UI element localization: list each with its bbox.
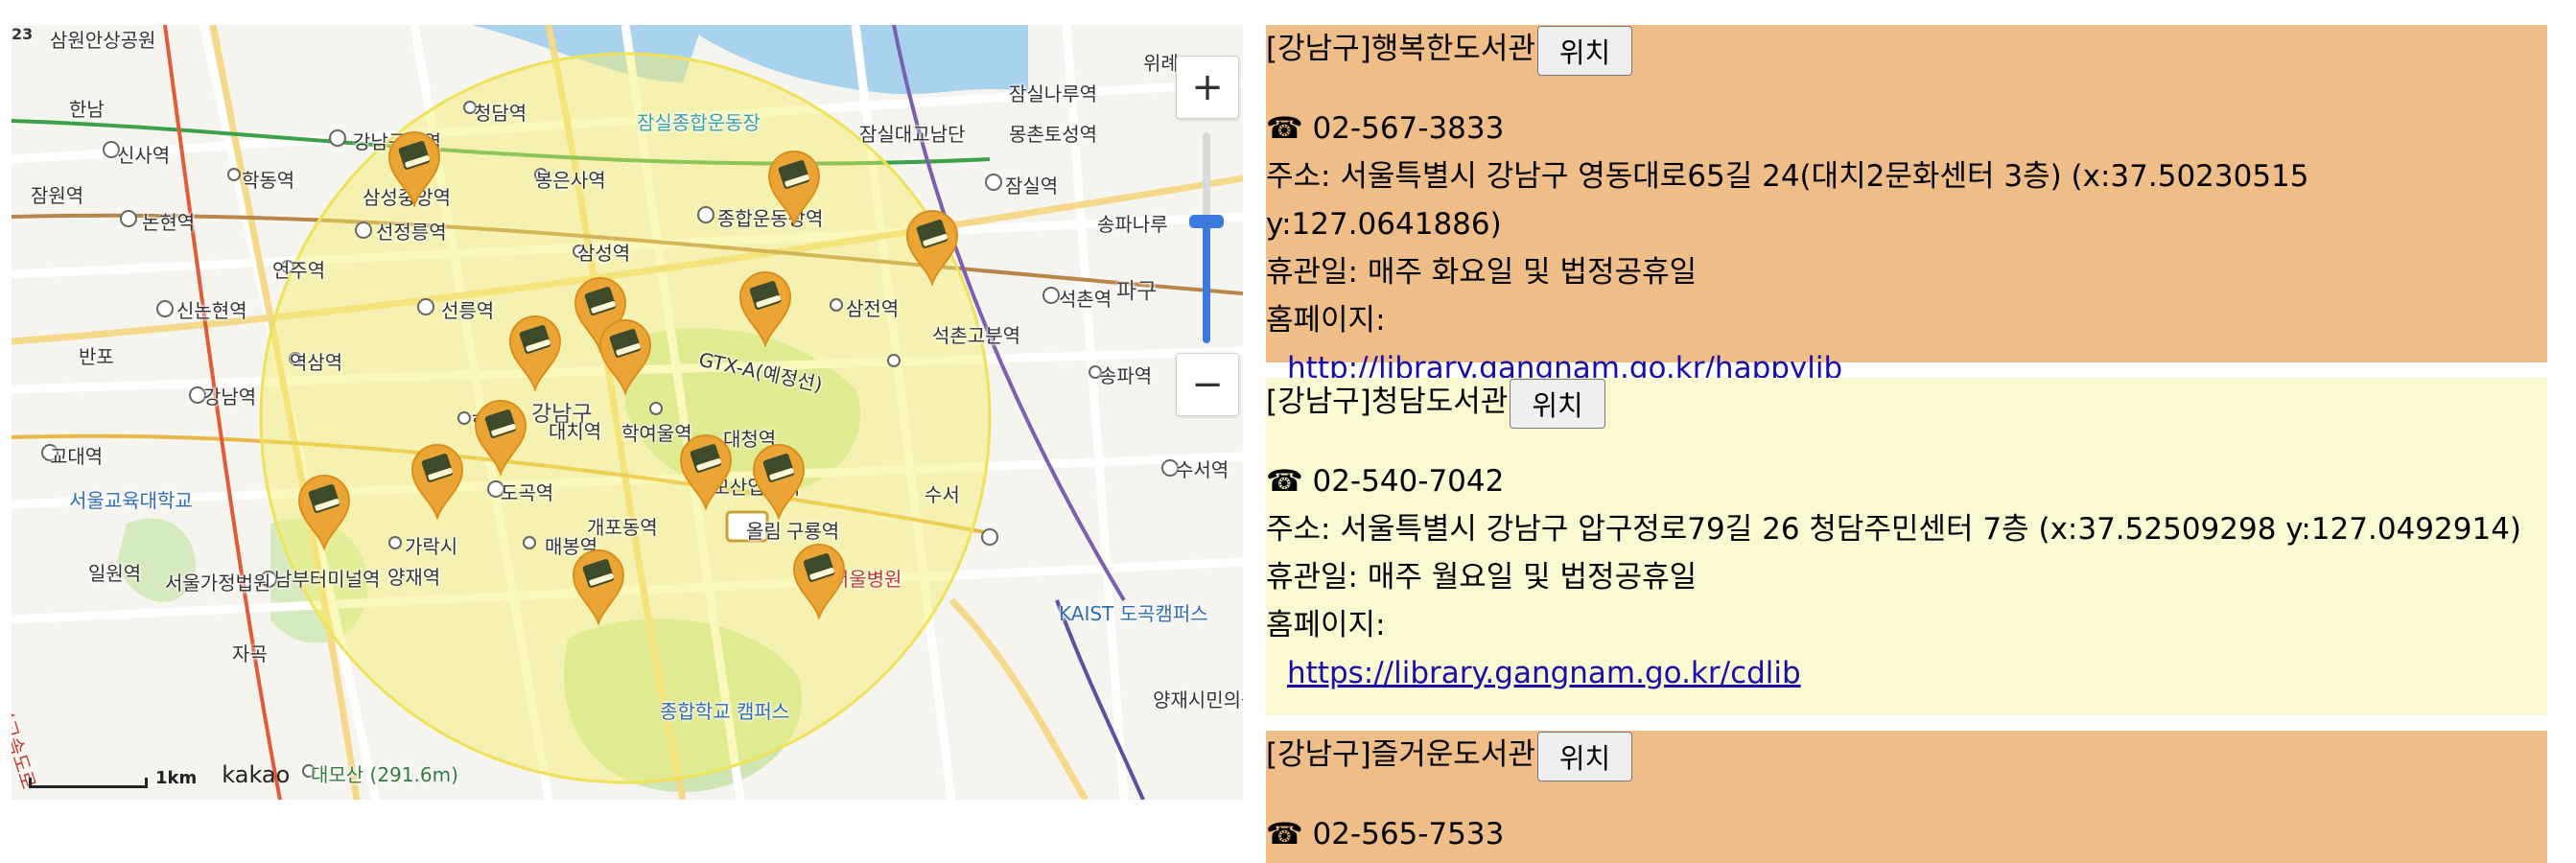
- map-label: 한남: [69, 98, 105, 121]
- map-label: 신논현역: [176, 299, 247, 322]
- library-phone: ☎ 02-540-7042: [1266, 463, 1505, 499]
- map-label: 봉은사역: [535, 169, 606, 192]
- map-label: 가락시: [405, 535, 458, 558]
- map-label: 잠실종합운동장: [637, 111, 761, 134]
- library-marker-icon[interactable]: [790, 543, 848, 619]
- map-label: 자곡: [232, 642, 268, 665]
- library-marker-icon[interactable]: [765, 150, 823, 226]
- map-label: 신사역: [117, 144, 171, 167]
- map-label: 파구: [1116, 279, 1158, 304]
- kakao-logo: kakao: [222, 761, 291, 788]
- map-label: KAIST 도곡캠퍼스: [1059, 602, 1208, 625]
- map-label: 교대역: [50, 445, 104, 468]
- library-marker-icon[interactable]: [903, 209, 961, 286]
- library-marker-icon[interactable]: [472, 399, 529, 476]
- location-button[interactable]: 위치: [1510, 378, 1605, 429]
- map-view[interactable]: 삼원안상공원한남신사역잠원역논현역학동역강남구청역청담역봉은사역잠실종합운동장종…: [12, 25, 1243, 800]
- zoom-slider-fill: [1203, 224, 1210, 343]
- map-label: 석촌고분역: [932, 324, 1020, 347]
- library-closed-days: 휴관일: 매주 화요일 및 법정공휴일: [1266, 254, 1698, 290]
- map-label: 남부터미널역: [274, 568, 381, 591]
- map-label: 선정릉역: [376, 221, 447, 244]
- library-phone: ☎ 02-565-7533: [1266, 816, 1505, 851]
- map-label: 대모산 (291.6m): [311, 763, 458, 786]
- map-label: 강남역: [203, 385, 257, 408]
- map-label: 양재시민의숲역: [1153, 688, 1243, 711]
- map-label: 잠실대교남단: [859, 123, 966, 146]
- map-label: 선릉역: [441, 299, 495, 322]
- map-label: 대치역: [549, 420, 602, 443]
- library-marker-icon[interactable]: [677, 433, 735, 510]
- library-homepage-label: 홈페이지:: [1266, 302, 1386, 338]
- map-label: 올림: [746, 520, 782, 543]
- location-button[interactable]: 위치: [1536, 731, 1633, 781]
- zoom-control[interactable]: + −: [1176, 56, 1239, 416]
- map-label: 삼원안상공원: [50, 29, 156, 52]
- library-name: [강남구]즐거운도서관: [1266, 737, 1535, 772]
- library-homepage-label: 홈페이지:: [1266, 607, 1386, 642]
- location-button[interactable]: 위치: [1536, 25, 1633, 76]
- library-marker-icon[interactable]: [409, 443, 466, 520]
- zoom-slider-handle[interactable]: [1189, 215, 1224, 228]
- map-label: 수서역: [1176, 458, 1229, 481]
- map-label: 서울가정법원: [165, 571, 271, 595]
- library-phone: ☎ 02-567-3833: [1266, 110, 1505, 146]
- map-label: 삼성역: [577, 242, 631, 265]
- map-label: 송파나루: [1097, 213, 1168, 236]
- map-label: 양재역: [387, 566, 441, 589]
- library-marker-icon[interactable]: [506, 315, 564, 391]
- scale-label: 1km: [155, 768, 198, 788]
- library-card: [강남구]청담도서관 위치 ☎ 02-540-7042 주소: 서울특별시 강남구…: [1266, 378, 2547, 715]
- library-homepage-link[interactable]: https://library.gangnam.go.kr/cdlib: [1287, 656, 1801, 690]
- library-marker-icon[interactable]: [597, 318, 654, 395]
- map-label: 석촌역: [1059, 288, 1112, 311]
- map-label: 일원역: [88, 562, 142, 585]
- map-label: 잠원역: [31, 184, 84, 207]
- map-label: 종합학교 캠퍼스: [660, 700, 790, 723]
- zoom-out-button[interactable]: −: [1176, 353, 1239, 416]
- library-marker-icon[interactable]: [386, 130, 443, 207]
- map-label: 수서: [925, 483, 960, 506]
- map-label: 구룡역: [786, 520, 840, 543]
- library-marker-icon[interactable]: [737, 270, 794, 347]
- map-label: 몽촌토성역: [1009, 123, 1097, 146]
- map-label: 잠실역: [1005, 175, 1059, 198]
- library-name: [강남구]행복한도서관: [1266, 32, 1535, 66]
- map-label: 서울교육대학교: [69, 489, 193, 512]
- scale-bar: [29, 778, 148, 788]
- map-label: 잠실나루역: [1009, 82, 1097, 105]
- map-label: 청담역: [474, 102, 527, 125]
- map-label: 논현역: [142, 211, 196, 234]
- library-marker-icon[interactable]: [750, 443, 808, 520]
- map-label: 언주역: [272, 259, 326, 282]
- map-label: 도곡역: [501, 481, 554, 504]
- map-label: 삼전역: [846, 297, 900, 320]
- zoom-in-button[interactable]: +: [1176, 56, 1239, 119]
- map-scale: 1km kakao: [29, 761, 290, 788]
- library-address: 주소: 서울특별시 강남구 압구정로79길 26 청담주민센터 7층 (x:37…: [1266, 511, 2522, 547]
- library-address: 주소: 서울특별시 강남구 영동대로65길 24(대치2문화센터 3층) (x:…: [1266, 158, 2309, 242]
- library-marker-icon[interactable]: [295, 474, 353, 550]
- library-card: [강남구]행복한도서관 위치 ☎ 02-567-3833 주소: 서울특별시 강남…: [1266, 25, 2547, 385]
- library-closed-days: 휴관일: 매주 월요일 및 법정공휴일: [1266, 559, 1698, 595]
- map-label: 위례: [1143, 52, 1179, 75]
- map-label: 송파역: [1099, 364, 1153, 387]
- map-label: 학동역: [242, 169, 295, 192]
- map-label: 반포: [79, 345, 114, 368]
- library-card: [강남구]즐거운도서관 위치 ☎ 02-565-7533: [1266, 731, 2547, 863]
- library-name: [강남구]청담도서관: [1266, 385, 1509, 419]
- map-label: 역삼역: [290, 351, 343, 374]
- map-label: 23: [12, 25, 34, 43]
- library-marker-icon[interactable]: [570, 548, 627, 625]
